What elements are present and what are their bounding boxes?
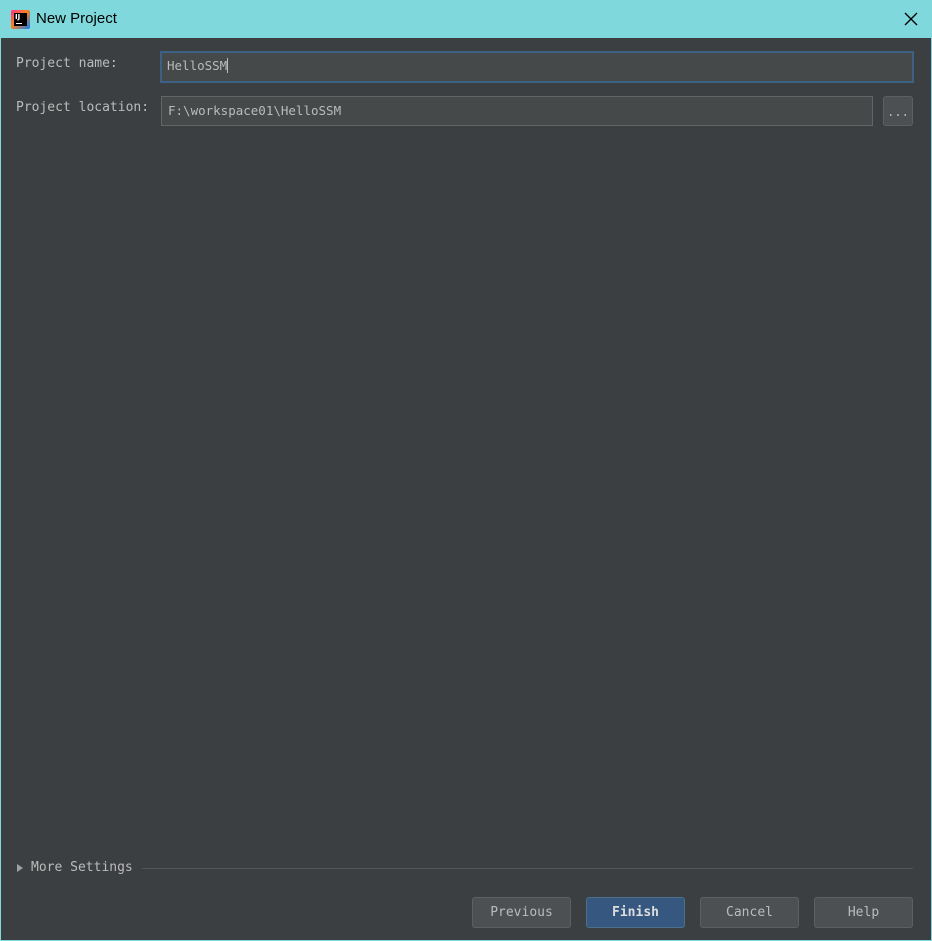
new-project-dialog: IJ New Project Project name: HelloSSM Pr… [0,0,932,941]
intellij-idea-icon: IJ [11,10,30,29]
text-caret [227,58,229,73]
close-icon [904,12,918,26]
project-location-input[interactable]: F:\workspace01\HelloSSM [161,96,873,126]
window-title: New Project [36,10,117,27]
more-settings-label: More Settings [31,860,133,875]
project-name-input[interactable]: HelloSSM [160,51,914,83]
title-bar[interactable]: IJ New Project [1,1,931,38]
finish-button[interactable]: Finish [586,897,685,928]
more-settings-separator [142,868,913,869]
close-button[interactable] [901,9,921,29]
help-button[interactable]: Help [814,897,913,928]
project-location-value: F:\workspace01\HelloSSM [168,103,342,118]
project-name-value: HelloSSM [167,58,228,73]
project-location-label: Project location: [16,100,150,115]
cancel-button[interactable]: Cancel [700,897,799,928]
browse-button[interactable]: ... [883,96,913,126]
project-name-label: Project name: [16,56,118,71]
triangle-right-icon [17,864,23,872]
previous-button[interactable]: Previous [472,897,571,928]
